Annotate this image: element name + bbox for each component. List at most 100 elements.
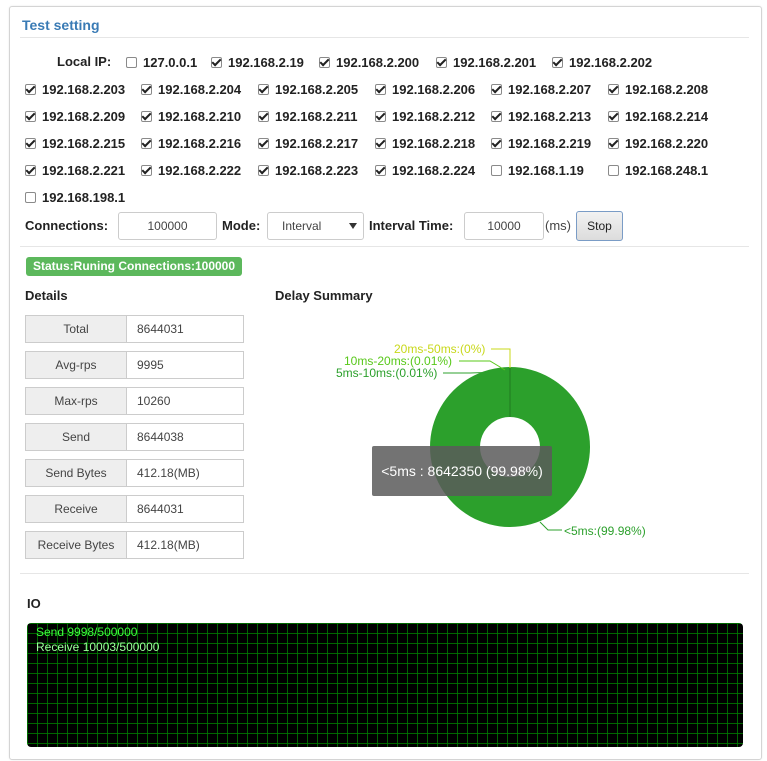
details-key: Receive — [26, 496, 127, 522]
details-row: Avg-rps 9995 — [25, 351, 244, 379]
checkbox[interactable] — [258, 137, 269, 149]
details-value: 8644031 — [127, 316, 243, 342]
divider — [20, 573, 749, 574]
ip-option[interactable]: 192.168.2.214 — [608, 105, 708, 127]
interval-time-input[interactable]: 10000 — [464, 212, 544, 240]
ip-option[interactable]: 192.168.2.210 — [141, 105, 241, 127]
details-key: Avg-rps — [26, 352, 127, 378]
ip-option[interactable]: 192.168.2.221 — [25, 159, 125, 181]
ip-option[interactable]: 192.168.2.200 — [319, 51, 419, 73]
checkbox[interactable] — [375, 110, 386, 122]
ip-option[interactable]: 192.168.198.1 — [25, 186, 125, 208]
ip-option[interactable]: 192.168.2.202 — [552, 51, 652, 73]
checkbox[interactable] — [552, 56, 563, 68]
ip-option[interactable]: 192.168.2.219 — [491, 132, 591, 154]
ip-option[interactable]: 192.168.2.216 — [141, 132, 241, 154]
ip-option[interactable]: 192.168.2.220 — [608, 132, 708, 154]
details-key: Total — [26, 316, 127, 342]
details-row: Receive Bytes 412.18(MB) — [25, 531, 244, 559]
ip-option[interactable]: 192.168.2.208 — [608, 78, 708, 100]
ip-option-label: 192.168.2.222 — [158, 162, 242, 178]
checkbox[interactable] — [141, 137, 152, 149]
checkbox[interactable] — [491, 110, 502, 122]
checkbox[interactable] — [608, 164, 619, 176]
ip-option[interactable]: 192.168.248.1 — [608, 159, 708, 181]
checkbox[interactable] — [25, 83, 36, 95]
mode-label: Mode: — [222, 218, 261, 233]
ip-option[interactable]: 192.168.2.209 — [25, 105, 125, 127]
pie-label-5-10ms: 5ms-10ms:(0.01%) — [336, 366, 438, 380]
ip-option-label: 192.168.2.201 — [453, 54, 537, 70]
ip-option-label: 192.168.2.204 — [158, 81, 242, 97]
ip-option[interactable]: 192.168.2.215 — [25, 132, 125, 154]
checkbox[interactable] — [141, 164, 152, 176]
ip-option-label: 192.168.2.218 — [392, 135, 476, 151]
mode-select[interactable]: Interval — [267, 212, 364, 240]
ip-option[interactable]: 192.168.2.224 — [375, 159, 475, 181]
checkbox[interactable] — [126, 56, 137, 68]
ip-option[interactable]: 192.168.2.217 — [258, 132, 358, 154]
ip-option[interactable]: 192.168.2.205 — [258, 78, 358, 100]
checkbox[interactable] — [608, 137, 619, 149]
checkbox[interactable] — [25, 137, 36, 149]
checkbox[interactable] — [608, 110, 619, 122]
ip-option[interactable]: 192.168.2.203 — [25, 78, 125, 100]
ip-option-label: 192.168.2.219 — [508, 135, 592, 151]
details-title: Details — [25, 288, 68, 303]
details-value: 412.18(MB) — [127, 460, 243, 486]
ip-option[interactable]: 192.168.2.218 — [375, 132, 475, 154]
checkbox[interactable] — [25, 191, 36, 203]
ip-option-label: 127.0.0.1 — [143, 54, 198, 70]
checkbox[interactable] — [491, 137, 502, 149]
divider — [20, 246, 749, 247]
connections-input[interactable]: 100000 — [118, 212, 217, 240]
ip-option-label: 192.168.2.220 — [625, 135, 709, 151]
ip-option-label: 192.168.1.19 — [508, 162, 584, 178]
io-send-text: Send 9998/500000 — [36, 625, 138, 639]
ip-option[interactable]: 192.168.2.213 — [491, 105, 591, 127]
details-key: Max-rps — [26, 388, 127, 414]
details-row: Total 8644031 — [25, 315, 244, 343]
checkbox[interactable] — [319, 56, 330, 68]
ip-option[interactable]: 192.168.2.204 — [141, 78, 241, 100]
checkbox[interactable] — [375, 83, 386, 95]
ip-option[interactable]: 192.168.2.206 — [375, 78, 475, 100]
ip-option[interactable]: 192.168.2.222 — [141, 159, 241, 181]
checkbox[interactable] — [141, 83, 152, 95]
ip-option[interactable]: 192.168.2.223 — [258, 159, 358, 181]
ip-option-label: 192.168.2.208 — [625, 81, 709, 97]
details-value: 10260 — [127, 388, 243, 414]
checkbox[interactable] — [141, 110, 152, 122]
ip-option[interactable]: 192.168.2.207 — [491, 78, 591, 100]
checkbox[interactable] — [25, 164, 36, 176]
checkbox[interactable] — [258, 110, 269, 122]
checkbox[interactable] — [436, 56, 447, 68]
checkbox[interactable] — [25, 110, 36, 122]
checkbox[interactable] — [211, 56, 222, 68]
interval-unit: (ms) — [545, 218, 571, 233]
checkbox[interactable] — [491, 164, 502, 176]
checkbox[interactable] — [258, 164, 269, 176]
ip-option-label: 192.168.2.215 — [42, 135, 126, 151]
ip-option-label: 192.168.2.224 — [392, 162, 476, 178]
checkbox[interactable] — [258, 83, 269, 95]
checkbox[interactable] — [375, 164, 386, 176]
checkbox[interactable] — [375, 137, 386, 149]
ip-option[interactable]: 192.168.2.212 — [375, 105, 475, 127]
stop-button[interactable]: Stop — [576, 211, 623, 241]
ip-option[interactable]: 192.168.2.19 — [211, 51, 304, 73]
ip-option-label: 192.168.2.203 — [42, 81, 126, 97]
mode-select-value: Interval — [282, 219, 322, 233]
ip-option[interactable]: 127.0.0.1 — [126, 51, 197, 73]
ip-option-label: 192.168.2.209 — [42, 108, 126, 124]
io-graph: Send 9998/500000 Receive 10003/500000 — [27, 623, 743, 747]
checkbox[interactable] — [608, 83, 619, 95]
ip-option[interactable]: 192.168.1.19 — [491, 159, 584, 181]
interval-time-label: Interval Time: — [369, 218, 454, 233]
ip-option-label: 192.168.2.207 — [508, 81, 592, 97]
local-ip-label: Local IP: — [57, 54, 112, 69]
ip-option[interactable]: 192.168.2.201 — [436, 51, 536, 73]
ip-option-label: 192.168.2.211 — [275, 108, 358, 124]
ip-option[interactable]: 192.168.2.211 — [258, 105, 357, 127]
checkbox[interactable] — [491, 83, 502, 95]
